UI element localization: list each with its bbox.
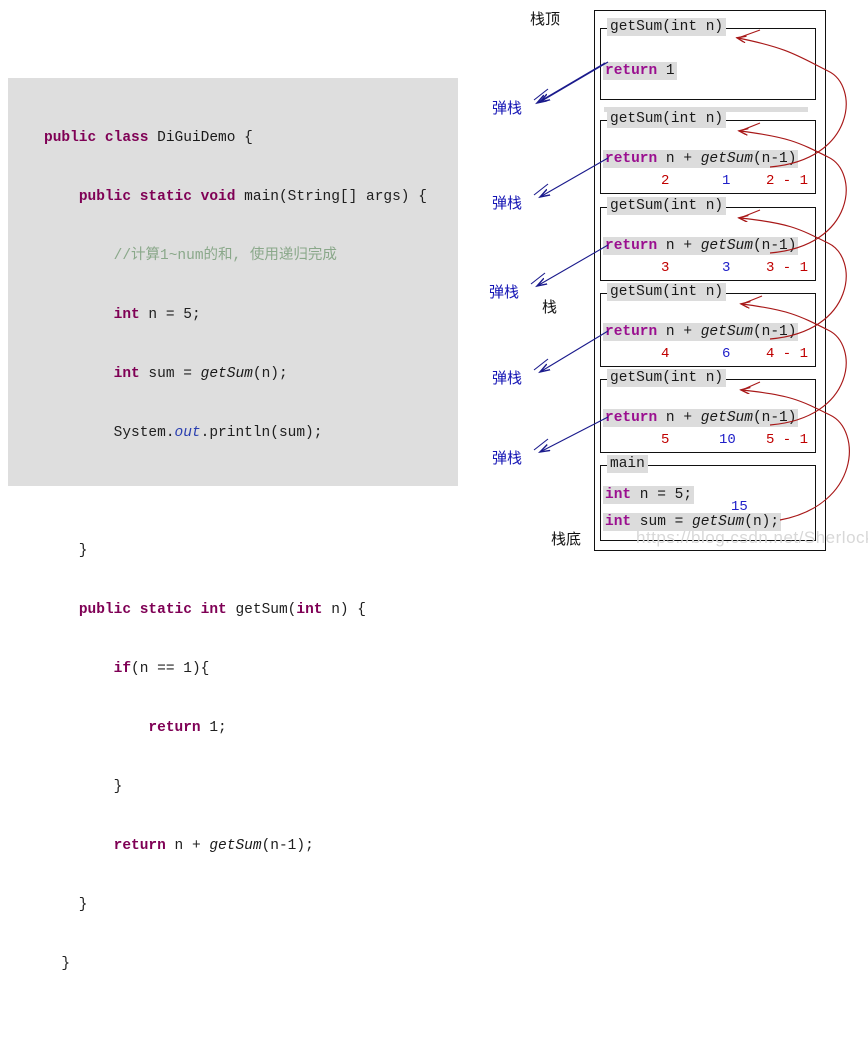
code-line: public static int getSum(int n) { bbox=[78, 601, 367, 618]
value-arg: 4 - 1 bbox=[766, 346, 809, 362]
value-n: 5 bbox=[661, 432, 670, 448]
code-lines: public class DiGuiDemo { public static v… bbox=[44, 94, 427, 1038]
code-line: return n + getSum(n-1); bbox=[113, 837, 314, 854]
value-result: 3 bbox=[722, 260, 731, 276]
stack-frame-4: getSum(int n) return n + getSum(n-1) 4 6… bbox=[600, 283, 816, 367]
code-line: public static void main(String[] args) { bbox=[78, 188, 427, 205]
watermark: https://blog.csdn.net/Sherlock_me bbox=[636, 528, 868, 547]
label-stack-top: 栈顶 bbox=[530, 10, 561, 28]
value-arg: 3 - 1 bbox=[766, 260, 809, 276]
label-pop-3: 弹栈 bbox=[489, 283, 520, 301]
frame-title: main bbox=[607, 455, 648, 473]
code-line: } bbox=[44, 896, 88, 913]
stack-frame-1: getSum(int n) return 1 bbox=[600, 18, 816, 100]
frame-title: getSum(int n) bbox=[607, 110, 727, 128]
frame-statement: return n + getSum(n-1) bbox=[603, 409, 799, 427]
frame-title: getSum(int n) bbox=[607, 283, 727, 301]
pop-arrow-2-tick bbox=[533, 183, 549, 196]
value-arg: 2 - 1 bbox=[766, 173, 809, 189]
code-line: int n = 5; bbox=[113, 306, 201, 323]
stack-frame-2: getSum(int n) return n + getSum(n-1) 2 1… bbox=[600, 110, 816, 194]
value-result: 6 bbox=[722, 346, 731, 362]
value-result: 15 bbox=[731, 499, 748, 515]
code-line: public class DiGuiDemo { bbox=[44, 129, 253, 146]
code-line: int sum = getSum(n); bbox=[113, 365, 288, 382]
code-line: return 1; bbox=[148, 719, 227, 736]
stack-frame-5: getSum(int n) return n + getSum(n-1) 5 1… bbox=[600, 369, 816, 453]
label-pop-4: 弹栈 bbox=[492, 369, 523, 387]
value-n: 3 bbox=[661, 260, 670, 276]
code-line-comment: //计算1~num的和, 使用递归完成 bbox=[113, 247, 337, 264]
value-n: 4 bbox=[661, 346, 670, 362]
pop-arrow-1-tick bbox=[533, 88, 549, 101]
label-pop-1: 弹栈 bbox=[492, 99, 523, 117]
frame-title: getSum(int n) bbox=[607, 18, 727, 36]
frame-statement: return 1 bbox=[603, 62, 677, 80]
code-line: } bbox=[44, 778, 123, 795]
pop-arrow-5-tick bbox=[533, 438, 549, 451]
label-stack-bottom: 栈底 bbox=[551, 530, 582, 548]
value-n: 2 bbox=[661, 173, 670, 189]
value-result: 1 bbox=[722, 173, 731, 189]
code-line: System.out.println(sum); bbox=[44, 424, 323, 441]
pop-arrow-3-tick bbox=[530, 272, 546, 285]
pop-arrow-4-tick bbox=[533, 358, 549, 371]
label-stack: 栈 bbox=[542, 298, 558, 316]
frame-statement-1: int n = 5; bbox=[603, 486, 695, 504]
label-pop-2: 弹栈 bbox=[492, 194, 523, 212]
stack-frame-3: getSum(int n) return n + getSum(n-1) 3 3… bbox=[600, 197, 816, 281]
label-pop-5: 弹栈 bbox=[492, 449, 523, 467]
value-result: 10 bbox=[719, 432, 736, 448]
code-line: } bbox=[44, 542, 88, 559]
frame-statement: return n + getSum(n-1) bbox=[603, 237, 799, 255]
frame-statement: return n + getSum(n-1) bbox=[603, 323, 799, 341]
code-block-panel: public class DiGuiDemo { public static v… bbox=[8, 78, 458, 972]
code-line: } bbox=[44, 955, 71, 972]
frame-title: getSum(int n) bbox=[607, 369, 727, 387]
value-arg: 5 - 1 bbox=[766, 432, 809, 448]
frame-title: getSum(int n) bbox=[607, 197, 727, 215]
code-line: if(n == 1){ bbox=[113, 660, 210, 677]
frame-statement: return n + getSum(n-1) bbox=[603, 150, 799, 168]
